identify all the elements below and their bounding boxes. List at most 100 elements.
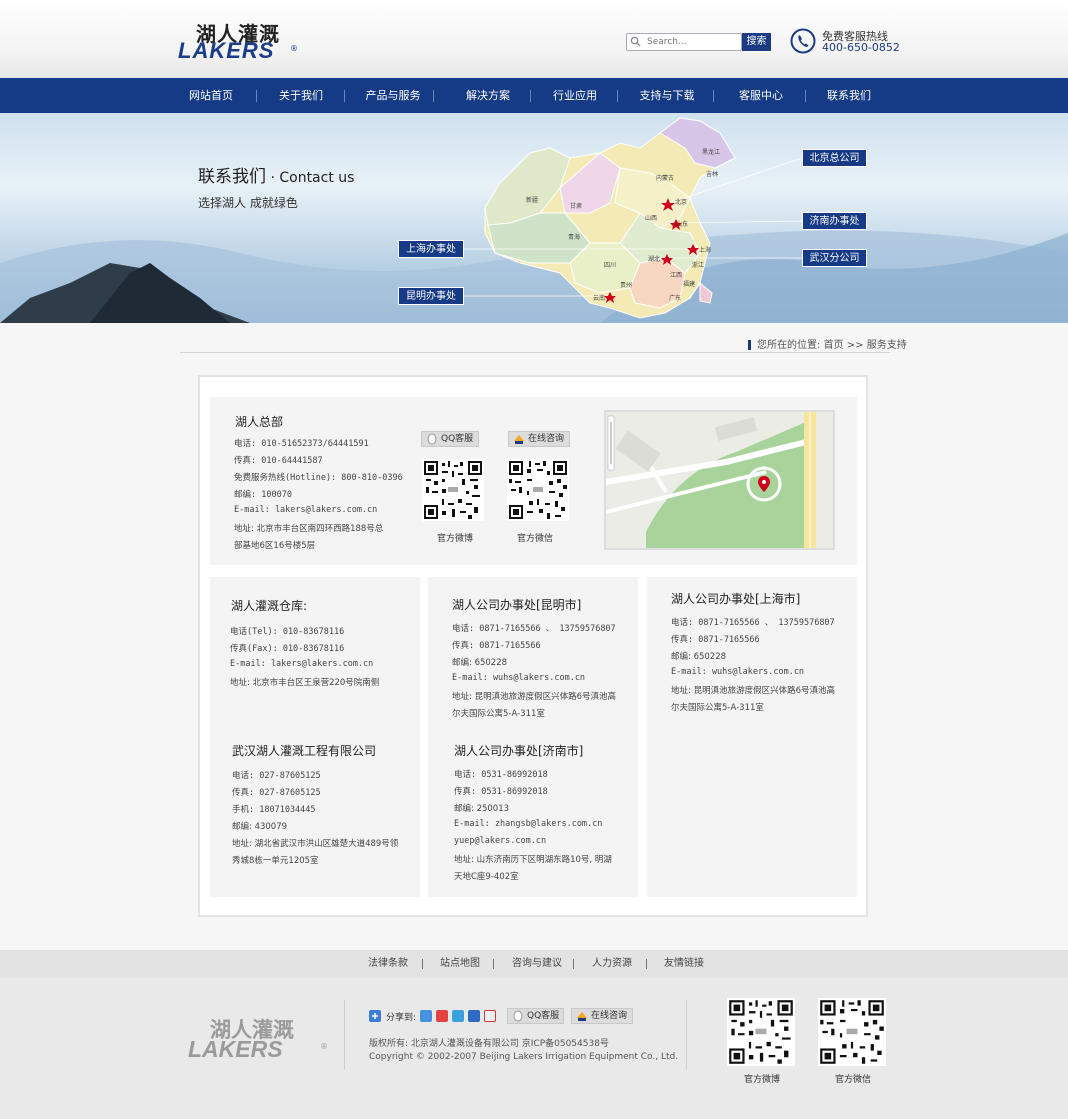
nav-separator [256, 90, 257, 102]
map-label: 甘肃 [570, 203, 583, 210]
office-line[interactable]: E-mail: zhangsb@lakers.com.cn [454, 819, 602, 829]
site-logo[interactable]: 湖人灌溉 LAKERS ® [178, 18, 298, 63]
nav-item-home[interactable]: 网站首页 [178, 78, 244, 113]
phone-icon [790, 28, 816, 54]
location-map[interactable] [604, 410, 835, 550]
office-line[interactable]: E-mail: wuhs@lakers.com.cn [671, 667, 804, 677]
hq-email[interactable]: E-mail: lakers@lakers.com.cn [234, 505, 377, 515]
footer-link-separator [573, 959, 574, 969]
online-consult-label: 在线咨询 [528, 434, 565, 444]
tencent-weibo-share-icon[interactable] [452, 1010, 464, 1022]
footer-divider [686, 1000, 687, 1070]
nav-separator [433, 90, 434, 102]
weibo-share-icon[interactable] [436, 1010, 448, 1022]
search-icon [630, 36, 641, 47]
footer-logo-en: LAKERS [188, 1036, 283, 1062]
office-tag-jinan[interactable]: 济南办事处 [802, 212, 867, 230]
chat-icon [514, 434, 524, 444]
site-header: 湖人灌溉 LAKERS ® 搜索 免费客服热线 400-650-0852 [0, 0, 1068, 78]
nav-item-industry[interactable]: 行业应用 [542, 78, 608, 113]
map-label: 四川 [604, 262, 617, 269]
map-label: 江西 [670, 272, 683, 279]
office-tag-kunming[interactable]: 昆明办事处 [398, 287, 464, 305]
footer-link-separator [493, 959, 494, 969]
hotline-number: 400-650-0852 [822, 41, 900, 54]
office-line: 地址: 昆明滇池旅游度假区兴体路6号滇池高 [671, 686, 835, 696]
office-line: 地址: 昆明滇池旅游度假区兴体路6号滇池高 [452, 692, 616, 702]
kaixin-share-icon[interactable] [484, 1010, 496, 1022]
map-label: 吉林 [706, 171, 719, 178]
renren-share-icon[interactable] [468, 1010, 480, 1022]
footer-qr-weixin [818, 998, 886, 1066]
footer-link-feedback[interactable]: 咨询与建议 [512, 950, 562, 978]
office-line: 地址: 北京市丰台区王泉营220号院南侧 [230, 678, 380, 688]
footer-link-separator [646, 959, 647, 969]
map-label: 云南 [593, 295, 606, 302]
map-label: 上海 [699, 247, 712, 254]
footer-divider [344, 1000, 345, 1070]
footer-online-label: 在线咨询 [591, 1011, 628, 1021]
map-label: 青海 [568, 234, 581, 241]
footer-qr-label-weixin: 官方微信 [834, 1075, 871, 1085]
map-label: 新疆 [526, 197, 539, 204]
map-graphic [606, 412, 833, 548]
online-consult-button[interactable]: 在线咨询 [508, 431, 570, 447]
office-line: 手机: 18071034445 [232, 805, 316, 815]
breadcrumb-home-link[interactable]: 首页 [824, 340, 844, 351]
banner-title: 联系我们 · Contact us [198, 162, 354, 187]
footer-qq-label: QQ客服 [527, 1011, 560, 1021]
office-line: 传真: 027-87605125 [232, 788, 321, 798]
map-label: 福建 [683, 281, 696, 288]
hq-phone: 电话: 010-51652373/64441591 [234, 439, 369, 449]
map-label: 北京 [675, 199, 688, 206]
nav-separator [713, 90, 714, 102]
hq-address: 地址: 北京市丰台区南四环西路188号总 [234, 524, 384, 534]
contact-banner: 黑龙江 吉林 内蒙古 北京 新疆 甘肃 山西 山东 青海 上海 湖北 四川 浙江… [0, 113, 1068, 323]
footer-link-friends[interactable]: 友情链接 [664, 950, 704, 978]
breadcrumb: 您所在的位置: 首页 >> 服务支持 [748, 336, 907, 351]
office-line[interactable]: E-mail: wuhs@lakers.com.cn [452, 673, 585, 683]
nav-item-about[interactable]: 关于我们 [268, 78, 334, 113]
office-line: 电话: 0531-86992018 [454, 770, 548, 780]
qq-icon [427, 433, 437, 444]
office-line[interactable]: E-mail: lakers@lakers.com.cn [230, 659, 373, 669]
footer-link-legal[interactable]: 法律条款 [368, 950, 408, 978]
footer-copyright-en: Copyright © 2002-2007 Beijing Lakers Irr… [369, 1052, 679, 1062]
office-tag-shanghai[interactable]: 上海办事处 [398, 240, 464, 258]
office-line[interactable]: yuep@lakers.com.cn [454, 836, 546, 846]
qq-service-button[interactable]: QQ客服 [421, 431, 479, 447]
office-tag-beijing[interactable]: 北京总公司 [802, 149, 867, 167]
nav-item-contact[interactable]: 联系我们 [816, 78, 882, 113]
office-line: 传真: 0871-7165566 [452, 641, 541, 651]
office-tag-wuhan[interactable]: 武汉分公司 [802, 249, 867, 267]
footer-link-sitemap[interactable]: 站点地图 [440, 950, 480, 978]
hq-title: 湖人总部 [235, 415, 284, 429]
nav-item-solutions[interactable]: 解决方案 [455, 78, 521, 113]
office-line: 传真: 0531-86992018 [454, 787, 548, 797]
nav-separator [344, 90, 345, 102]
breadcrumb-separator: >> [846, 340, 864, 351]
search-button[interactable]: 搜索 [742, 33, 771, 51]
qzone-share-icon[interactable] [420, 1010, 432, 1022]
footer-qq-button[interactable]: QQ客服 [507, 1008, 564, 1024]
office-line: 传真(Fax): 010-83678116 [230, 644, 345, 654]
footer-online-button[interactable]: 在线咨询 [571, 1008, 633, 1024]
qq-service-label: QQ客服 [441, 434, 474, 444]
breadcrumb-marker [748, 340, 751, 350]
map-label: 广东 [669, 295, 682, 302]
hq-postcode: 邮编: 100070 [234, 490, 292, 500]
banner-subtitle: 选择湖人 成就绿色 [198, 196, 298, 210]
footer-copyright-cn: 版权所有: 北京湖人灌溉设备有限公司 京ICP备05054538号 [369, 1039, 609, 1049]
search-input[interactable] [647, 35, 739, 49]
nav-item-support[interactable]: 支持与下载 [630, 78, 704, 113]
footer-logo-reg: ® [320, 1042, 328, 1051]
footer-logo: 湖人灌溉 LAKERS ® [188, 1014, 328, 1064]
office-line: 秀城8栋一单元1205室 [232, 856, 319, 866]
qq-icon [513, 1010, 523, 1021]
footer-link-hr[interactable]: 人力资源 [592, 950, 632, 978]
qr-label-weibo: 官方微博 [436, 534, 473, 544]
nav-item-service[interactable]: 客服中心 [728, 78, 794, 113]
nav-item-products[interactable]: 产品与服务 [356, 78, 430, 113]
map-label: 湖北 [648, 256, 661, 263]
hq-address-cont: 部基地6区16号楼5层 [234, 541, 316, 551]
